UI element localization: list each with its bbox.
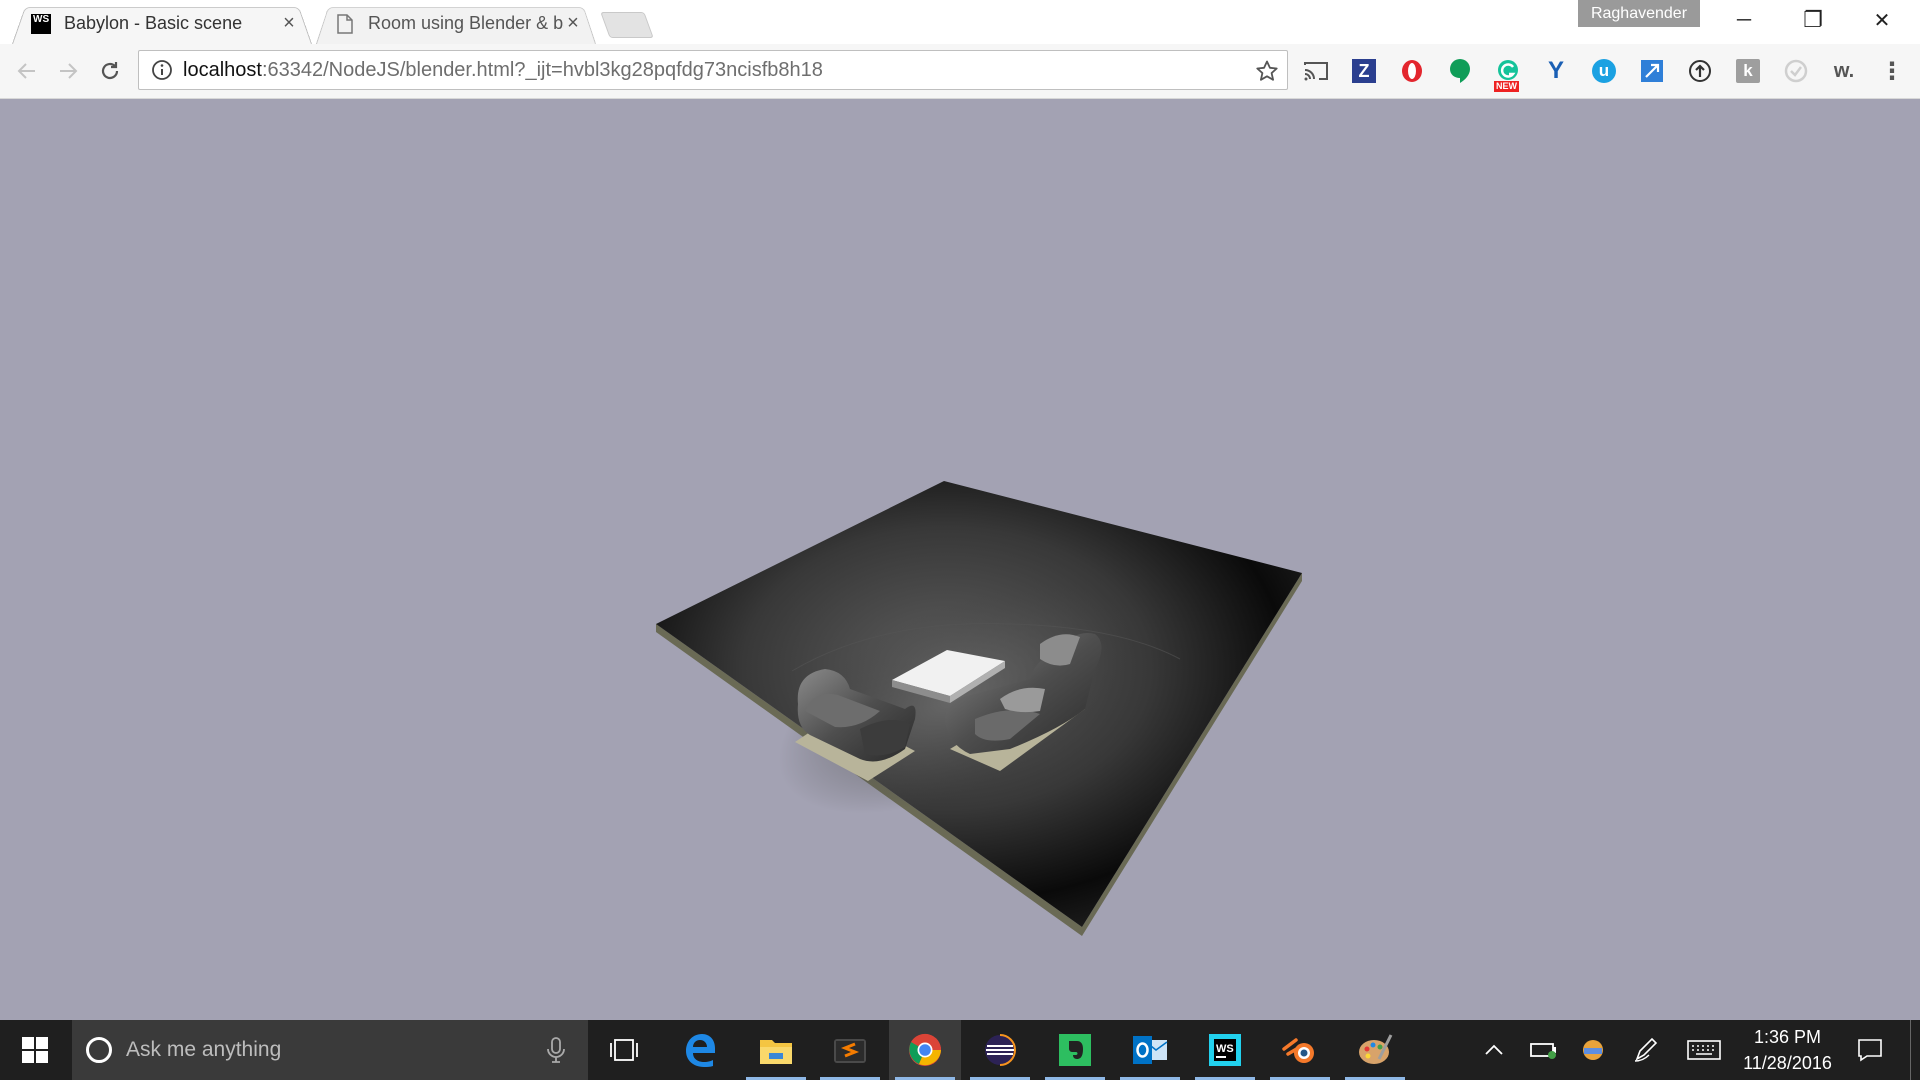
close-window-icon[interactable]: ✕ bbox=[1853, 0, 1911, 40]
scene-render bbox=[656, 481, 1302, 936]
tab-close-icon[interactable]: × bbox=[280, 12, 298, 34]
hangouts-icon[interactable] bbox=[1446, 57, 1474, 85]
chrome-icon[interactable] bbox=[889, 1020, 961, 1080]
vimeo-icon[interactable]: Y bbox=[1542, 57, 1570, 85]
restore-icon[interactable]: ❐ bbox=[1784, 0, 1842, 40]
browser-toolbar: localhost:63342/NodeJS/blender.html?_ijt… bbox=[0, 44, 1920, 99]
edge-icon[interactable] bbox=[664, 1020, 736, 1080]
clock-time: 1:36 PM bbox=[1753, 1027, 1822, 1047]
address-bar[interactable]: localhost:63342/NodeJS/blender.html?_ijt… bbox=[138, 50, 1288, 90]
task-view-icon[interactable] bbox=[588, 1020, 660, 1080]
menu-icon[interactable]: ⋮ bbox=[1878, 57, 1906, 85]
minimize-icon[interactable]: ─ bbox=[1715, 0, 1773, 40]
system-clock[interactable]: 1:36 PM 11/28/2016 bbox=[1720, 1020, 1855, 1080]
wappalyzer-icon[interactable]: w. bbox=[1830, 57, 1858, 85]
search-placeholder: Ask me anything bbox=[126, 1038, 282, 1061]
blender-icon[interactable] bbox=[1264, 1020, 1336, 1080]
battery-icon[interactable] bbox=[1526, 1020, 1562, 1080]
network-globe-icon[interactable] bbox=[1576, 1020, 1610, 1080]
show-desktop-button[interactable] bbox=[1910, 1020, 1920, 1080]
svg-text:WS: WS bbox=[1216, 1043, 1234, 1055]
zotero-icon[interactable]: Z bbox=[1350, 57, 1378, 85]
microphone-icon[interactable] bbox=[544, 1035, 568, 1065]
new-badge: NEW bbox=[1494, 81, 1519, 92]
reload-icon bbox=[101, 62, 119, 80]
webstorm-icon[interactable]: WS bbox=[1189, 1020, 1261, 1080]
loading-icon[interactable] bbox=[1782, 57, 1810, 85]
show-hidden-icons-chevron-icon[interactable] bbox=[1480, 1020, 1508, 1080]
forward-arrow-icon bbox=[60, 63, 78, 79]
pushbullet-icon[interactable] bbox=[1686, 57, 1714, 85]
windows-taskbar: Ask me anything WS 1:36 PM 11/28/2016 bbox=[0, 1020, 1920, 1080]
file-explorer-icon[interactable] bbox=[740, 1020, 812, 1080]
grammarly-icon[interactable]: NEW bbox=[1494, 57, 1522, 92]
tab-title: Babylon - Basic scene bbox=[64, 13, 243, 33]
tab-strip: WS Babylon - Basic scene × Room using Bl… bbox=[0, 0, 1920, 44]
tab-room-using-blender[interactable]: Room using Blender & ba × bbox=[316, 3, 596, 44]
paint-icon[interactable] bbox=[1339, 1020, 1411, 1080]
pen-icon[interactable] bbox=[1628, 1020, 1664, 1080]
keyboard-icon[interactable] bbox=[1684, 1020, 1724, 1080]
webstorm-icon: WS bbox=[30, 13, 52, 35]
cortana-search-box[interactable]: Ask me anything bbox=[72, 1020, 588, 1080]
eclipse-icon[interactable] bbox=[964, 1020, 1036, 1080]
document-icon bbox=[334, 13, 356, 35]
info-icon bbox=[152, 60, 172, 80]
sublime-text-icon[interactable] bbox=[814, 1020, 886, 1080]
opera-icon[interactable] bbox=[1398, 57, 1426, 85]
tab-babylon-basic-scene[interactable]: WS Babylon - Basic scene × bbox=[12, 3, 312, 44]
outlook-icon[interactable] bbox=[1114, 1020, 1186, 1080]
url-text: localhost:63342/NodeJS/blender.html?_ijt… bbox=[183, 58, 823, 81]
evernote-icon[interactable] bbox=[1039, 1020, 1111, 1080]
expand-icon[interactable] bbox=[1638, 57, 1666, 85]
k-icon[interactable]: k bbox=[1734, 57, 1762, 85]
tab-title: Room using Blender & ba bbox=[368, 13, 564, 33]
new-tab-button[interactable] bbox=[600, 12, 654, 38]
reload-button[interactable] bbox=[95, 56, 125, 86]
windows-logo-icon bbox=[22, 1037, 48, 1063]
cast-icon[interactable] bbox=[1302, 57, 1330, 85]
action-center-icon[interactable] bbox=[1850, 1020, 1890, 1080]
babylon-canvas[interactable] bbox=[0, 99, 1920, 1020]
back-button[interactable] bbox=[12, 56, 42, 86]
clock-date: 11/28/2016 bbox=[1743, 1053, 1832, 1073]
start-button[interactable] bbox=[0, 1020, 70, 1080]
profile-button[interactable]: Raghavender bbox=[1578, 0, 1700, 27]
cortana-icon bbox=[86, 1037, 112, 1063]
back-arrow-icon bbox=[17, 63, 35, 79]
tab-close-icon[interactable]: × bbox=[564, 12, 582, 34]
u-icon[interactable]: u bbox=[1590, 57, 1618, 85]
forward-button[interactable] bbox=[53, 56, 83, 86]
bookmark-star-icon[interactable] bbox=[1255, 59, 1279, 83]
